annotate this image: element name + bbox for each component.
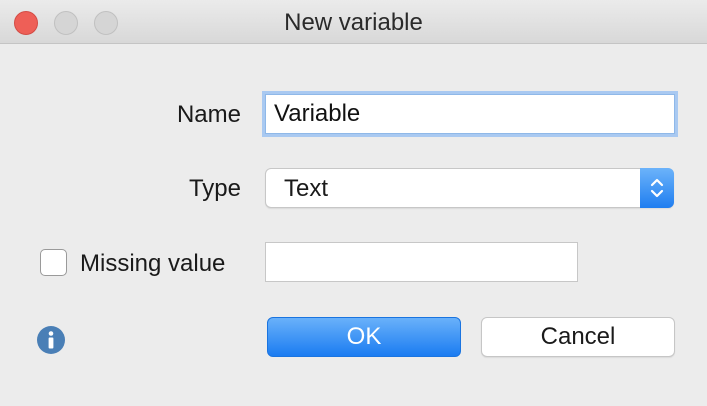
cancel-button[interactable]: Cancel <box>481 317 675 357</box>
ok-button[interactable]: OK <box>267 317 461 357</box>
window-title: New variable <box>284 9 423 36</box>
name-label: Name <box>176 101 241 128</box>
type-selected-value: Text <box>284 175 329 202</box>
new-variable-dialog: New variable Name Type Text Missing valu… <box>0 0 707 406</box>
type-select[interactable]: Text <box>265 168 674 208</box>
chevron-up-down-icon <box>640 168 674 208</box>
title-bar: New variable <box>0 0 707 44</box>
name-field[interactable] <box>265 94 675 134</box>
missing-value-label: Missing value <box>80 250 226 277</box>
info-icon[interactable] <box>36 325 66 355</box>
type-label: Type <box>188 175 241 202</box>
missing-value-checkbox[interactable] <box>40 249 67 276</box>
missing-value-field[interactable] <box>265 242 578 282</box>
